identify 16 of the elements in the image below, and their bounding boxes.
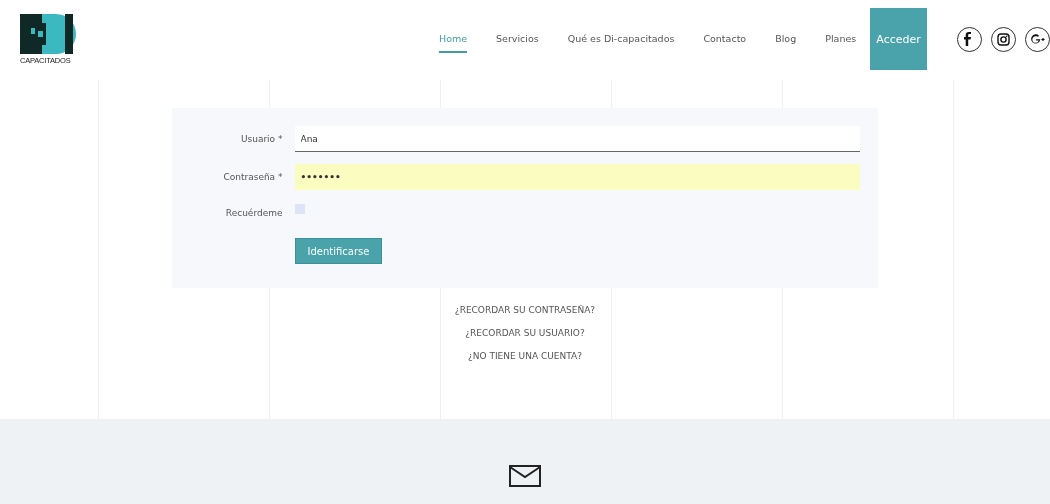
nav-link[interactable]: Servicios: [496, 33, 539, 53]
nav-link[interactable]: Blog: [775, 33, 797, 53]
account-link[interactable]: ¿NO TIENE UNA CUENTA?: [468, 351, 582, 365]
envelope-icon: [509, 465, 541, 487]
remember-checkbox[interactable]: [294, 204, 305, 214]
nav-link[interactable]: Planes: [825, 33, 857, 53]
password-field[interactable]: •••••••: [294, 164, 860, 190]
username-field[interactable]: Ana: [294, 126, 860, 152]
field-label: Contraseña *: [222, 172, 283, 182]
nav-link[interactable]: Qué es Di-capacitados: [567, 33, 675, 53]
nav-link[interactable]: Contacto: [703, 33, 747, 53]
field-label: Recuérdeme: [224, 208, 283, 218]
logo-icon: [20, 14, 76, 54]
field-label: Usuario *: [239, 134, 283, 144]
account-link[interactable]: ¿RECORDAR SU CONTRASEÑA?: [454, 305, 596, 319]
account-link[interactable]: ¿RECORDAR SU USUARIO?: [465, 328, 585, 342]
